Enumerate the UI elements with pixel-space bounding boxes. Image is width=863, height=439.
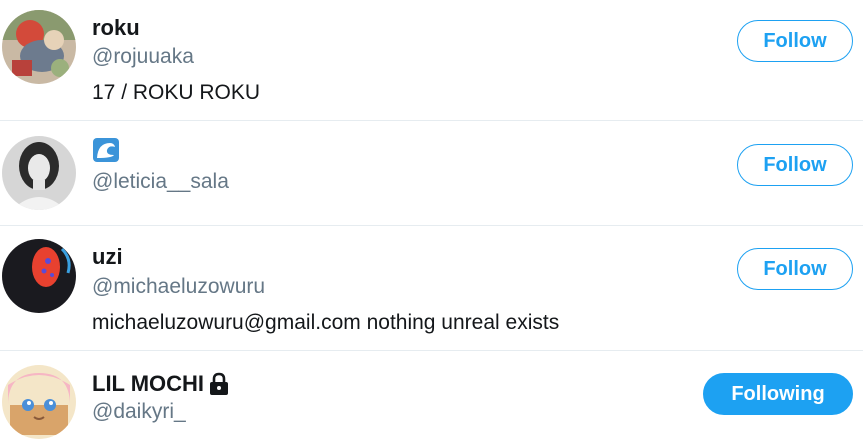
water-wave-emoji-icon [92,137,120,163]
follow-button[interactable]: Follow [737,248,853,290]
avatar[interactable] [2,239,76,313]
avatar[interactable] [2,136,76,210]
display-name-text: LIL MOCHI [92,371,205,396]
avatar[interactable] [2,10,76,84]
user-bio: 17 / ROKU ROKU [92,81,261,104]
user-handle[interactable]: @rojuuaka [92,44,194,70]
display-name[interactable]: roku [92,15,140,41]
display-name[interactable]: uzi [92,244,123,270]
user-list: roku @rojuuaka 17 / ROKU ROKU Follow @le… [0,0,863,439]
following-button[interactable]: Following [703,373,853,415]
user-row-leticia-sala[interactable]: @leticia__sala Follow [0,121,863,226]
display-name[interactable]: LIL MOCHI [92,371,230,397]
lock-icon [208,372,230,396]
user-row-rojuuaka[interactable]: roku @rojuuaka 17 / ROKU ROKU Follow [0,0,863,121]
user-row-daikyri[interactable]: LIL MOCHI @daikyri_ Following [0,351,863,439]
follow-button[interactable]: Follow [737,144,853,186]
user-handle[interactable]: @michaeluzowuru [92,274,265,300]
display-name[interactable] [92,137,120,163]
user-row-michaeluzowuru[interactable]: uzi @michaeluzowuru michaeluzowuru@gmail… [0,226,863,351]
user-bio: michaeluzowuru@gmail.com nothing unreal … [92,311,560,334]
avatar[interactable] [2,365,76,439]
user-handle[interactable]: @daikyri_ [92,399,186,425]
user-handle[interactable]: @leticia__sala [92,169,229,195]
follow-button[interactable]: Follow [737,20,853,62]
